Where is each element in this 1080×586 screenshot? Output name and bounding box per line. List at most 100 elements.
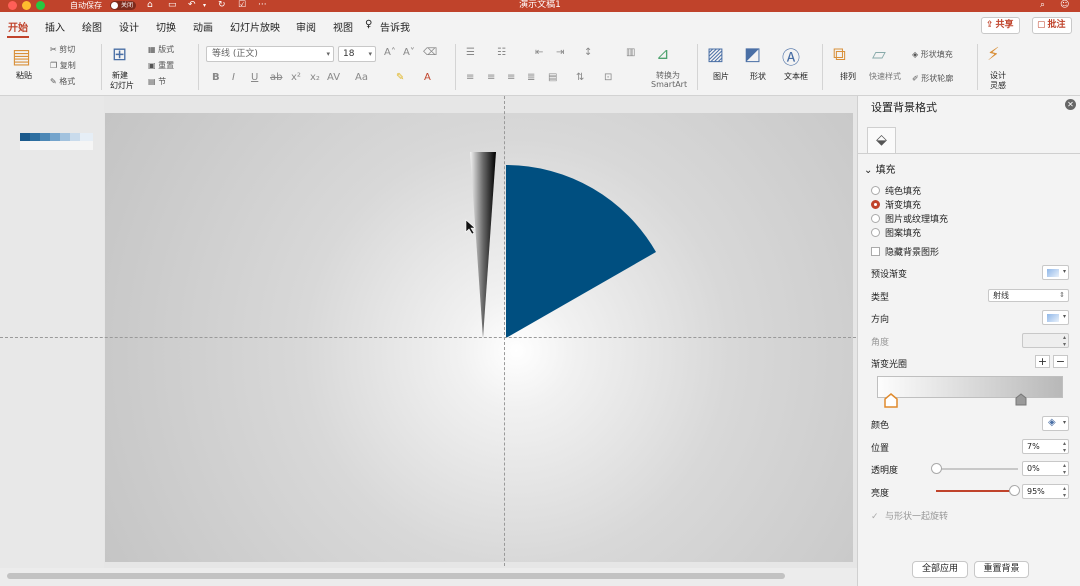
close-window-button[interactable] xyxy=(8,1,17,10)
preset-gradient-picker[interactable]: ▾ xyxy=(1042,265,1069,280)
increase-indent-icon[interactable]: ⇥ xyxy=(556,47,564,58)
solid-fill-option[interactable]: 纯色填充 xyxy=(871,184,921,197)
search-icon[interactable]: ⌕ xyxy=(1040,0,1045,11)
close-icon[interactable]: ✕ xyxy=(1065,99,1076,110)
subscript-icon[interactable]: x₂ xyxy=(310,72,320,83)
section-button[interactable]: ▤ 节 xyxy=(148,76,166,87)
radio-pattern-fill[interactable] xyxy=(871,228,880,237)
undo-dropdown-icon[interactable]: ▾ xyxy=(203,0,206,11)
new-slide-icon[interactable]: ⊞ xyxy=(112,44,127,65)
minimize-window-button[interactable] xyxy=(22,1,31,10)
tab-slideshow[interactable]: 幻灯片放映 xyxy=(230,19,280,34)
direction-picker[interactable]: ▾ xyxy=(1042,310,1069,325)
arrange-icon[interactable]: ⧉ xyxy=(833,44,846,65)
underline-icon[interactable]: U xyxy=(251,72,258,83)
home-icon[interactable]: ⌂ xyxy=(147,0,153,11)
line-spacing-icon[interactable]: ↕ xyxy=(584,47,592,58)
font-color-icon[interactable]: A xyxy=(424,72,431,83)
change-case-icon[interactable]: Aa xyxy=(355,72,368,83)
transparency-slider-knob[interactable] xyxy=(931,463,942,474)
text-direction-icon[interactable]: ⇅ xyxy=(576,72,584,83)
layout-button[interactable]: ▦ 版式 xyxy=(148,44,174,55)
paste-button[interactable]: 粘贴 xyxy=(16,70,32,81)
superscript-icon[interactable]: x² xyxy=(291,72,301,83)
lightbulb-icon[interactable]: ♀ xyxy=(365,19,372,30)
gradient-fill-option[interactable]: 渐变填充 xyxy=(871,198,921,211)
vertical-guide[interactable] xyxy=(504,96,505,576)
align-text-icon[interactable]: ⊡ xyxy=(604,72,612,83)
decrease-indent-icon[interactable]: ⇤ xyxy=(535,47,543,58)
font-name-dropdown[interactable]: 等线 (正文) ▾ xyxy=(206,46,334,62)
cut-button[interactable]: ✂ 剪切 xyxy=(50,44,75,55)
shape-button[interactable]: 形状 xyxy=(750,71,766,82)
add-stop-button[interactable]: + xyxy=(1035,355,1050,368)
shrink-font-icon[interactable]: A˅ xyxy=(403,47,415,58)
comments-button[interactable]: ▢ 批注 xyxy=(1032,17,1072,34)
fill-tab[interactable]: ⬙ xyxy=(867,127,896,153)
textbox-button[interactable]: 文本框 xyxy=(784,71,808,82)
align-left-icon[interactable]: ≡ xyxy=(466,72,474,83)
autosave-toggle[interactable]: 关闭 xyxy=(110,1,136,10)
tab-design[interactable]: 设计 xyxy=(119,19,139,34)
grow-font-icon[interactable]: A˄ xyxy=(384,47,396,58)
copy-button[interactable]: ❐ 复制 xyxy=(50,60,76,71)
color-picker[interactable]: ◈ ▾ xyxy=(1042,416,1069,431)
position-input[interactable]: 7% ▴ ▾ xyxy=(1022,439,1069,454)
brightness-slider-track[interactable] xyxy=(936,490,1018,492)
designer-label-2[interactable]: 灵感 xyxy=(990,80,1006,91)
pattern-fill-option[interactable]: 图案填充 xyxy=(871,226,921,239)
italic-icon[interactable]: I xyxy=(232,72,235,83)
gradient-stop-selected[interactable] xyxy=(884,393,898,408)
smartart-icon[interactable]: ⊿ xyxy=(656,44,669,63)
picture-button[interactable]: 图片 xyxy=(713,71,729,82)
bold-icon[interactable]: B xyxy=(212,72,220,83)
gradient-type-select[interactable]: 射线 ⇕ xyxy=(988,289,1069,302)
horizontal-scrollbar[interactable] xyxy=(0,568,857,586)
gradient-stops-bar[interactable] xyxy=(877,376,1063,398)
remove-stop-button[interactable]: − xyxy=(1053,355,1068,368)
shape-fill-button[interactable]: ◈ 形状填充 xyxy=(912,49,953,60)
align-center-icon[interactable]: ≡ xyxy=(487,72,495,83)
tab-animations[interactable]: 动画 xyxy=(193,19,213,34)
character-spacing-icon[interactable]: AV xyxy=(327,72,340,83)
scrollbar-thumb[interactable] xyxy=(7,573,785,579)
new-slide-label-2[interactable]: 幻灯片 xyxy=(110,80,134,91)
tab-draw[interactable]: 绘图 xyxy=(82,19,102,34)
needle-shape[interactable] xyxy=(470,152,496,338)
reset-background-button[interactable]: 重置背景 xyxy=(974,561,1029,578)
radio-picture-fill[interactable] xyxy=(871,214,880,223)
account-icon[interactable]: ☺ xyxy=(1060,0,1069,11)
share-button[interactable]: ⇪ 共享 xyxy=(981,17,1020,34)
fill-section-header[interactable]: ⌄ 填充 xyxy=(864,161,896,176)
clear-format-icon[interactable]: ⌫ xyxy=(423,47,437,58)
apply-all-button[interactable]: 全部应用 xyxy=(912,561,968,578)
quick-styles-icon[interactable]: ▱ xyxy=(872,44,886,65)
bullets-icon[interactable]: ☰ xyxy=(466,47,475,58)
transparency-input[interactable]: 0% ▴ ▾ xyxy=(1022,461,1069,476)
highlight-icon[interactable]: ✎ xyxy=(396,72,404,83)
font-size-dropdown[interactable]: 18 ▾ xyxy=(338,46,376,62)
convert-smartart-label-2[interactable]: SmartArt xyxy=(651,80,687,89)
slide-thumbnail[interactable] xyxy=(20,133,93,150)
columns-icon[interactable]: ▥ xyxy=(626,47,635,58)
numbering-icon[interactable]: ☷ xyxy=(497,47,506,58)
shape-icon[interactable]: ◩ xyxy=(744,44,761,65)
tab-view[interactable]: 视图 xyxy=(333,19,353,34)
format-painter-button[interactable]: ✎ 格式 xyxy=(50,76,75,87)
quick-styles-button[interactable]: 快速样式 xyxy=(869,71,901,82)
blue-wedge-shape[interactable] xyxy=(506,165,656,338)
radio-gradient-fill[interactable] xyxy=(871,200,880,209)
redo-icon[interactable]: ↻ xyxy=(218,0,226,11)
picture-icon[interactable]: ▨ xyxy=(707,44,724,65)
tab-home[interactable]: 开始 xyxy=(8,19,28,34)
tell-me-search[interactable]: 告诉我 xyxy=(380,19,410,34)
gradient-stop[interactable] xyxy=(1015,393,1027,406)
reset-button[interactable]: ▣ 重置 xyxy=(148,60,174,71)
hide-bg-graphics-checkbox[interactable] xyxy=(871,247,880,256)
clipboard-icon[interactable]: ☑ xyxy=(238,0,246,11)
textbox-icon[interactable]: Ⓐ xyxy=(782,44,800,70)
strikethrough-icon[interactable]: ab xyxy=(270,72,282,83)
justify-icon[interactable]: ≣ xyxy=(527,72,535,83)
picture-fill-option[interactable]: 图片或纹理填充 xyxy=(871,212,948,225)
tab-transitions[interactable]: 切换 xyxy=(156,19,176,34)
